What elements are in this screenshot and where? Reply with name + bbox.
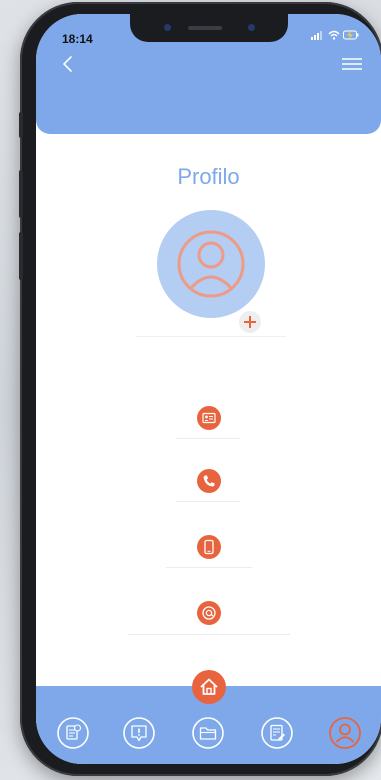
wifi-icon (328, 30, 340, 40)
nav-alerts[interactable] (122, 716, 156, 750)
field-divider (176, 501, 240, 502)
divider (136, 336, 286, 337)
email-field-button[interactable] (197, 601, 221, 625)
nav-folders[interactable] (191, 716, 225, 750)
field-divider (128, 634, 290, 635)
signal-icon (311, 31, 322, 40)
profile-icon (329, 717, 361, 749)
alert-icon (123, 717, 155, 749)
nav-invoices[interactable] (56, 716, 90, 750)
hamburger-menu-icon (342, 58, 362, 70)
field-divider (166, 567, 252, 568)
back-button[interactable] (58, 54, 78, 74)
app-screen: 18:14 Profilo (36, 14, 381, 764)
battery-charging-icon (343, 30, 359, 40)
silent-switch (19, 112, 23, 138)
id-card-field-button[interactable] (197, 406, 221, 430)
chevron-left-icon (62, 56, 72, 72)
mobile-field-button[interactable] (197, 535, 221, 559)
page-title: Profilo (177, 164, 240, 189)
home-icon (200, 678, 218, 695)
user-avatar-icon (177, 230, 245, 298)
at-sign-icon (202, 606, 216, 620)
field-divider (176, 438, 240, 439)
volume-up-button (19, 170, 23, 218)
add-photo-button[interactable] (239, 311, 261, 333)
id-card-icon (202, 412, 216, 424)
document-edit-icon (261, 717, 293, 749)
phone-field-button[interactable] (197, 469, 221, 493)
avatar[interactable] (157, 210, 265, 318)
plus-icon (244, 316, 256, 328)
home-button[interactable] (192, 670, 226, 704)
phone-icon (203, 475, 215, 487)
status-icons (311, 30, 359, 40)
mobile-phone-icon (204, 539, 214, 555)
status-time: 18:14 (62, 32, 93, 46)
nav-documents[interactable] (260, 716, 294, 750)
notch (130, 14, 288, 42)
nav-profile[interactable] (328, 716, 362, 750)
volume-down-button (19, 232, 23, 280)
invoice-icon (57, 717, 89, 749)
folder-icon (192, 717, 224, 749)
menu-button[interactable] (341, 56, 363, 72)
